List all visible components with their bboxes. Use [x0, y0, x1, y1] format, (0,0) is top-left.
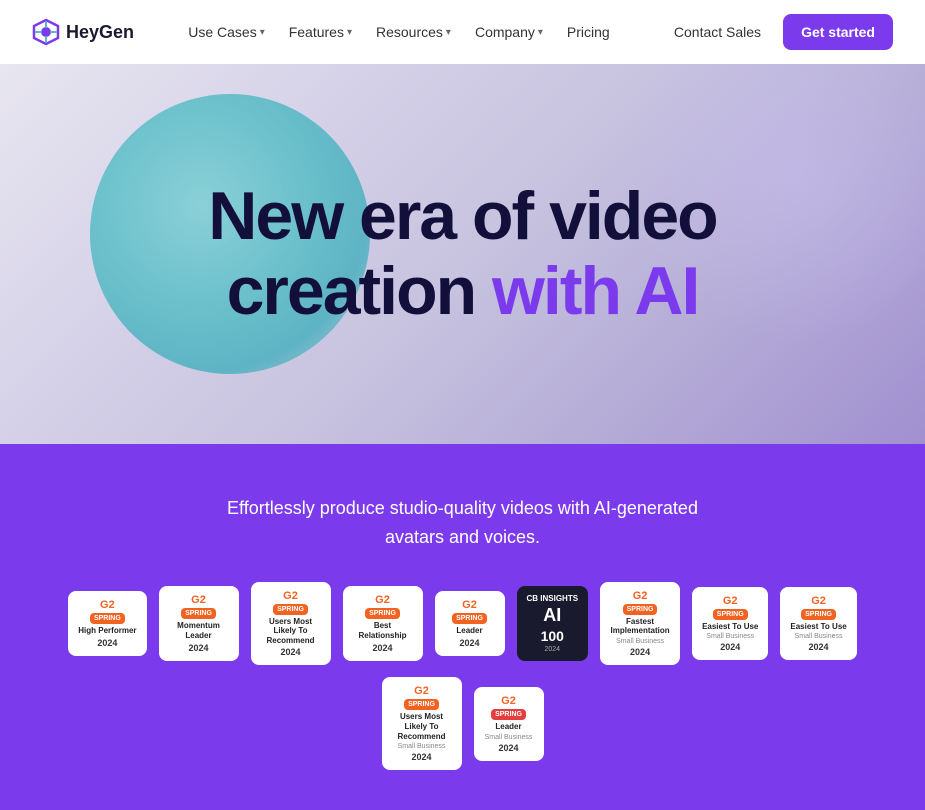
navbar: HeyGen Use Cases ▾ Features ▾ Resources …	[0, 0, 925, 64]
nav-features[interactable]: Features ▾	[279, 18, 362, 46]
social-proof-section: Effortlessly produce studio-quality vide…	[0, 444, 925, 810]
get-started-button[interactable]: Get started	[783, 14, 893, 50]
nav-right: Contact Sales Get started	[664, 14, 893, 50]
chevron-down-icon: ▾	[446, 27, 451, 38]
hero-title: New era of video creation with AI	[208, 179, 716, 329]
chevron-down-icon: ▾	[538, 27, 543, 38]
chevron-down-icon: ▾	[260, 27, 265, 38]
badge-high-performer: G2 SPRING High Performer 2024	[68, 591, 146, 656]
badge-best-relationship: G2 SPRING Best Relationship 2024	[343, 586, 423, 660]
logo-icon	[32, 18, 60, 46]
badge-momentum-leader: G2 SPRING Momentum Leader 2024	[159, 586, 239, 660]
badge-fastest-implementation: G2 SPRING Fastest Implementation Small B…	[600, 582, 680, 665]
badge-users-recommend: G2 SPRING Users Most Likely To Recommend…	[251, 582, 331, 666]
badge-cb-insights: CB INSIGHTS AI 100 2024	[517, 586, 589, 661]
nav-resources[interactable]: Resources ▾	[366, 18, 461, 46]
hero-section: New era of video creation with AI	[0, 64, 925, 444]
badges-container: G2 SPRING High Performer 2024 G2 SPRING …	[40, 582, 885, 771]
badge-leader-small-business: G2 SPRING Leader Small Business 2024	[474, 687, 544, 761]
hero-content: New era of video creation with AI	[208, 179, 716, 329]
badge-easiest-to-use-2: G2 SPRING Easiest To Use Small Business …	[780, 587, 856, 661]
badge-easiest-to-use-1: G2 SPRING Easiest To Use Small Business …	[692, 587, 768, 661]
logo-text: HeyGen	[66, 22, 134, 43]
nav-company[interactable]: Company ▾	[465, 18, 553, 46]
logo[interactable]: HeyGen	[32, 18, 134, 46]
nav-links: Use Cases ▾ Features ▾ Resources ▾ Compa…	[178, 18, 619, 46]
contact-sales-link[interactable]: Contact Sales	[664, 18, 771, 46]
nav-use-cases[interactable]: Use Cases ▾	[178, 18, 275, 46]
nav-pricing[interactable]: Pricing	[557, 18, 620, 46]
badge-users-recommend-2: G2 SPRING Users Most Likely To Recommend…	[382, 677, 462, 770]
badge-leader-spring: G2 SPRING Leader 2024	[435, 591, 505, 656]
chevron-down-icon: ▾	[347, 27, 352, 38]
social-proof-text: Effortlessly produce studio-quality vide…	[203, 494, 723, 552]
